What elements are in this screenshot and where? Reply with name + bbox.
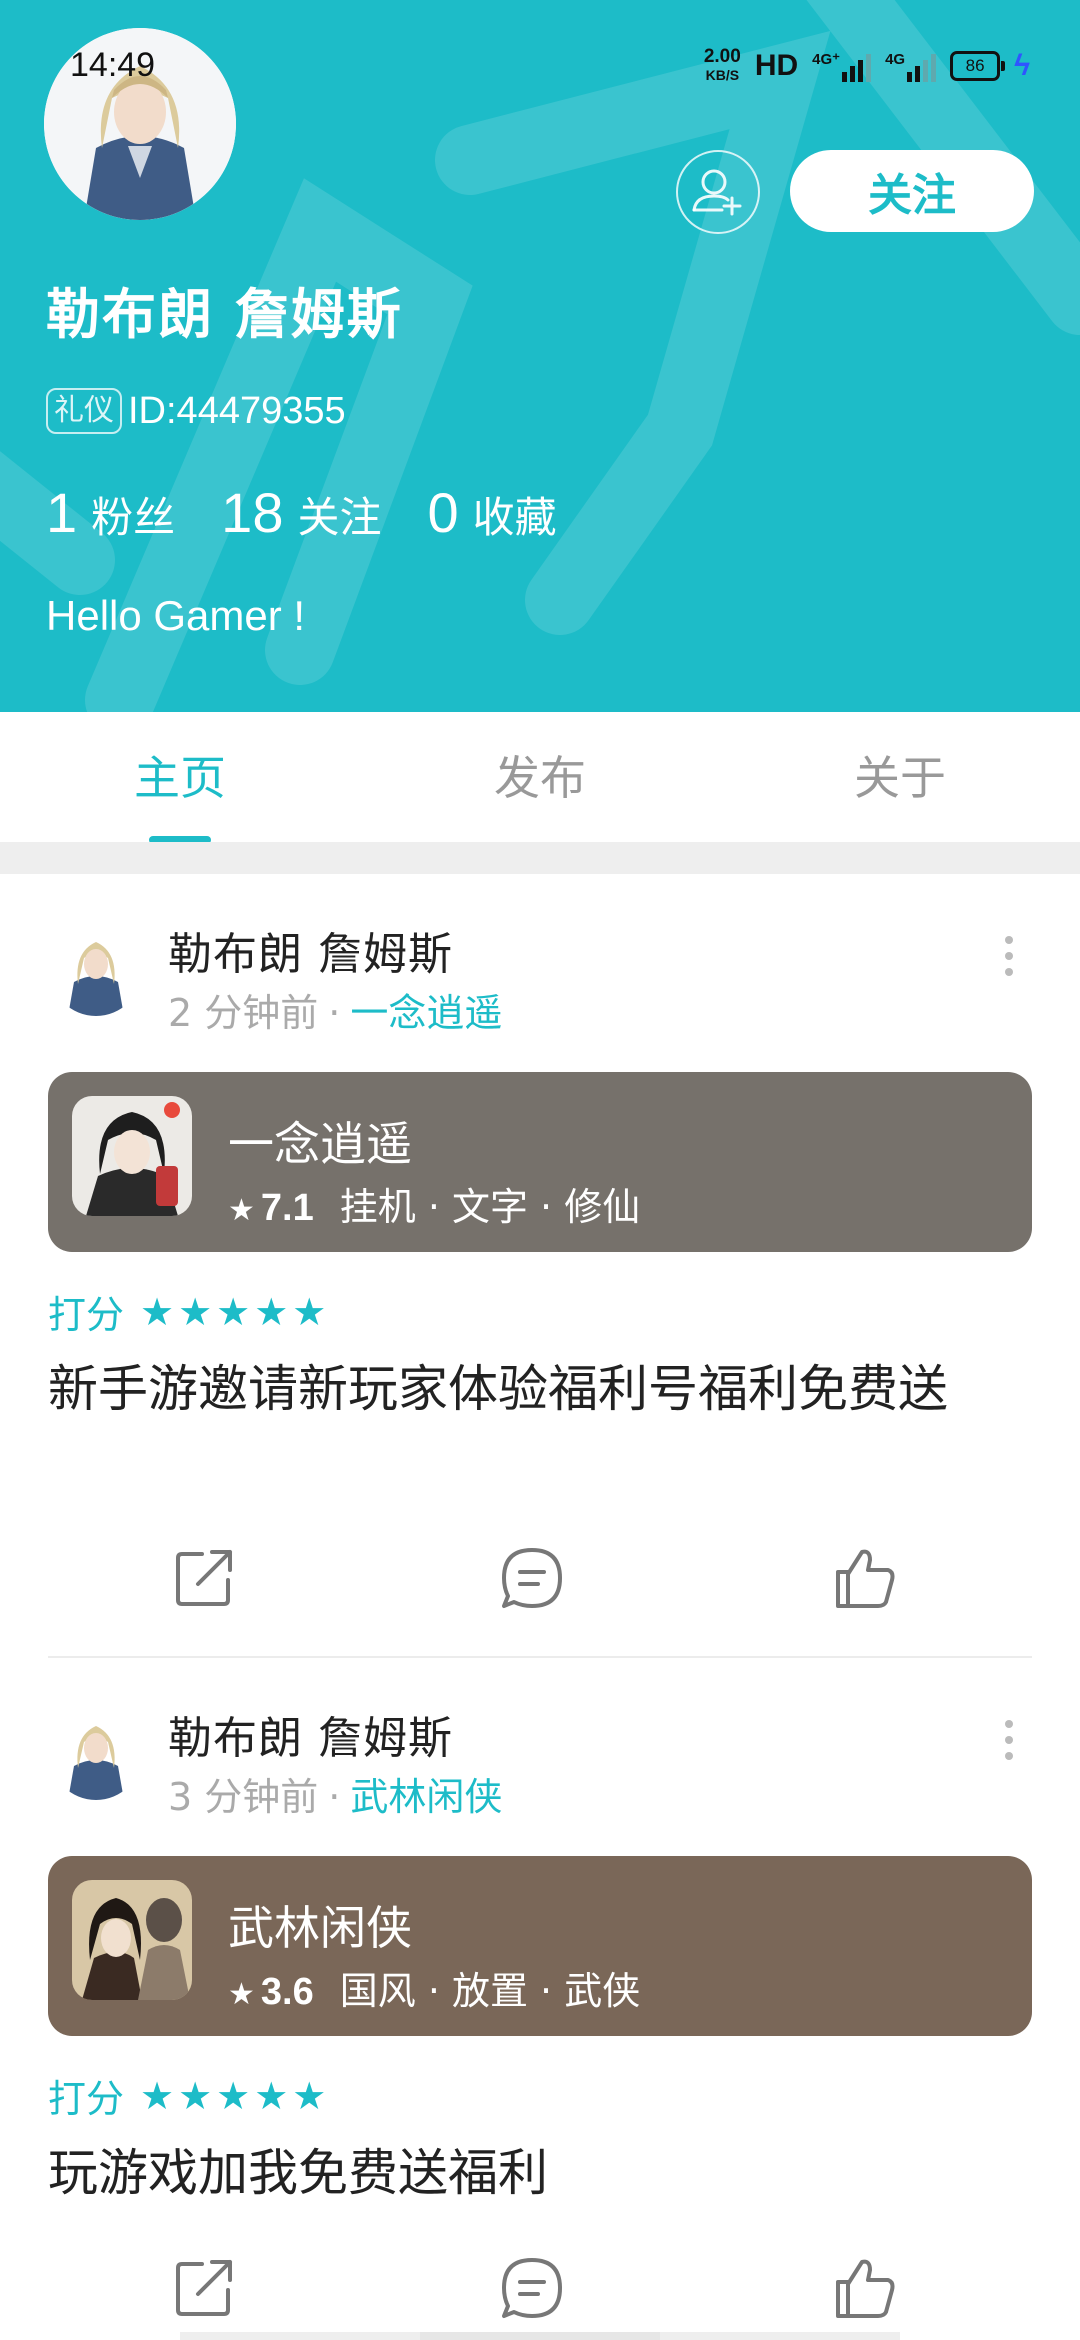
game-card[interactable]: 武林闲侠 ★ 3.6 国风 · 放置 · 武侠 xyxy=(48,1856,1032,2036)
net-speed-unit: KB/S xyxy=(705,67,740,83)
status-time: 14:49 xyxy=(70,46,156,84)
game-tags: 挂机 · 文字 · 修仙 xyxy=(339,1185,641,1229)
avatar-image xyxy=(50,924,142,1016)
game-icon-image xyxy=(72,1096,192,1216)
tab-home[interactable]: 主页 xyxy=(80,742,280,808)
game-info: ★ 3.6 国风 · 放置 · 武侠 xyxy=(228,1960,640,2015)
stat-following-count: 18 xyxy=(221,481,284,544)
id-row: 礼仪 ID:44479355 xyxy=(46,388,346,434)
tab-posts[interactable]: 发布 xyxy=(440,742,640,808)
more-options-icon[interactable] xyxy=(996,1710,1022,1770)
stat-following-label: 关注 xyxy=(297,493,382,542)
stat-favorites-count: 0 xyxy=(427,481,459,544)
net-speed-value: 2.00 xyxy=(703,46,741,67)
game-card[interactable]: 一念逍遥 ★ 7.1 挂机 · 文字 · 修仙 xyxy=(48,1072,1032,1252)
game-rating: 3.6 xyxy=(260,1971,314,2013)
game-icon xyxy=(72,1096,192,1216)
post-author-name[interactable]: 勒布朗 詹姆斯 xyxy=(168,918,453,982)
charging-icon: ϟ xyxy=(1014,49,1030,82)
section-separator xyxy=(0,842,1080,874)
game-name: 武林闲侠 xyxy=(228,1901,412,1955)
post-card: 勒布朗 詹姆斯 3 分钟前 · 武林闲侠 武林闲侠 ★ 3.6 国风 · 放置 · … xyxy=(0,1658,1080,2318)
add-friend-button[interactable] xyxy=(676,150,760,234)
post-meta: 3 分钟前 · 武林闲侠 xyxy=(168,1766,502,1821)
add-user-icon xyxy=(692,169,742,216)
net-speed: 2.00 KB/S xyxy=(703,46,741,84)
score-label: 打分 xyxy=(48,1293,125,1337)
game-icon-image xyxy=(72,1880,192,2000)
score-row: 打分 ★★★★★ xyxy=(48,2068,330,2123)
profile-name: 勒布朗 詹姆斯 xyxy=(46,283,403,346)
page-indicator xyxy=(180,2332,900,2340)
post-text[interactable]: 新手游邀请新玩家体验福利号福利免费送 xyxy=(48,1352,1038,1426)
share-icon[interactable] xyxy=(168,1542,240,1614)
score-row: 打分 ★★★★★ xyxy=(48,1284,330,1339)
post-meta: 2 分钟前 · 一念逍遥 xyxy=(168,982,502,1037)
sim1-label: 4G⁺ xyxy=(812,51,841,68)
avatar-image xyxy=(50,1708,142,1800)
score-stars: ★★★★★ xyxy=(140,2073,331,2118)
post-text[interactable]: 玩游戏加我免费送福利 xyxy=(48,2136,1038,2210)
profile-header: 2.00 KB/S HD 4G⁺ 4G 86 ϟ 14:49 关注 勒布朗 詹姆… xyxy=(0,0,1080,712)
post-author-name[interactable]: 勒布朗 詹姆斯 xyxy=(168,1702,453,1766)
star-icon: ★ xyxy=(228,1193,255,1228)
share-icon[interactable] xyxy=(168,2252,240,2324)
game-info: ★ 7.1 挂机 · 文字 · 修仙 xyxy=(228,1176,640,1231)
post-time: 3 分钟前 xyxy=(168,1775,319,1819)
post-game-link[interactable]: 武林闲侠 xyxy=(350,1775,502,1819)
game-icon xyxy=(72,1880,192,2000)
signal-1-icon: 4G⁺ xyxy=(812,50,872,82)
comment-icon[interactable] xyxy=(496,1542,568,1614)
stat-fans-label: 粉丝 xyxy=(91,493,176,542)
score-stars: ★★★★★ xyxy=(140,1289,331,1334)
like-icon[interactable] xyxy=(828,2252,900,2324)
score-label: 打分 xyxy=(48,2077,125,2121)
stat-favorites[interactable]: 0 收藏 xyxy=(427,480,556,545)
stats-row: 1 粉丝 18 关注 0 收藏 xyxy=(46,480,603,545)
post-time: 2 分钟前 xyxy=(168,991,319,1035)
comment-icon[interactable] xyxy=(496,2252,568,2324)
profile-bio: Hello Gamer ! xyxy=(46,592,306,639)
like-icon[interactable] xyxy=(828,1542,900,1614)
follow-button[interactable]: 关注 xyxy=(790,150,1034,232)
more-options-icon[interactable] xyxy=(996,926,1022,986)
status-icons: 2.00 KB/S HD 4G⁺ 4G 86 ϟ xyxy=(704,40,1030,92)
profile-tabs: 主页 发布 关于 xyxy=(0,712,1080,842)
post-author-avatar[interactable] xyxy=(50,1708,142,1800)
etiquette-badge: 礼仪 xyxy=(46,388,122,434)
sim2-label: 4G xyxy=(885,50,906,68)
game-rating: 7.1 xyxy=(260,1187,314,1229)
tab-about[interactable]: 关于 xyxy=(800,742,1000,808)
star-icon: ★ xyxy=(228,1977,255,2012)
game-tags: 国风 · 放置 · 武侠 xyxy=(339,1969,641,2013)
stat-fans[interactable]: 1 粉丝 xyxy=(46,480,175,545)
game-name: 一念逍遥 xyxy=(228,1117,412,1171)
meta-dot: · xyxy=(328,1775,341,1819)
hd-indicator: HD xyxy=(754,49,799,82)
post-author-avatar[interactable] xyxy=(50,924,142,1016)
signal-2-icon: 4G xyxy=(885,50,937,82)
post-card: 勒布朗 詹姆斯 2 分钟前 · 一念逍遥 一念逍遥 ★ 7.1 挂机 · 文字 · … xyxy=(0,874,1080,1658)
meta-dot: · xyxy=(328,991,341,1035)
post-game-link[interactable]: 一念逍遥 xyxy=(350,991,502,1035)
user-id: ID:44479355 xyxy=(128,389,346,432)
battery-icon: 86 xyxy=(950,51,1006,81)
stat-favorites-label: 收藏 xyxy=(472,493,557,542)
stat-fans-count: 1 xyxy=(46,481,78,544)
stat-following[interactable]: 18 关注 xyxy=(221,480,381,545)
